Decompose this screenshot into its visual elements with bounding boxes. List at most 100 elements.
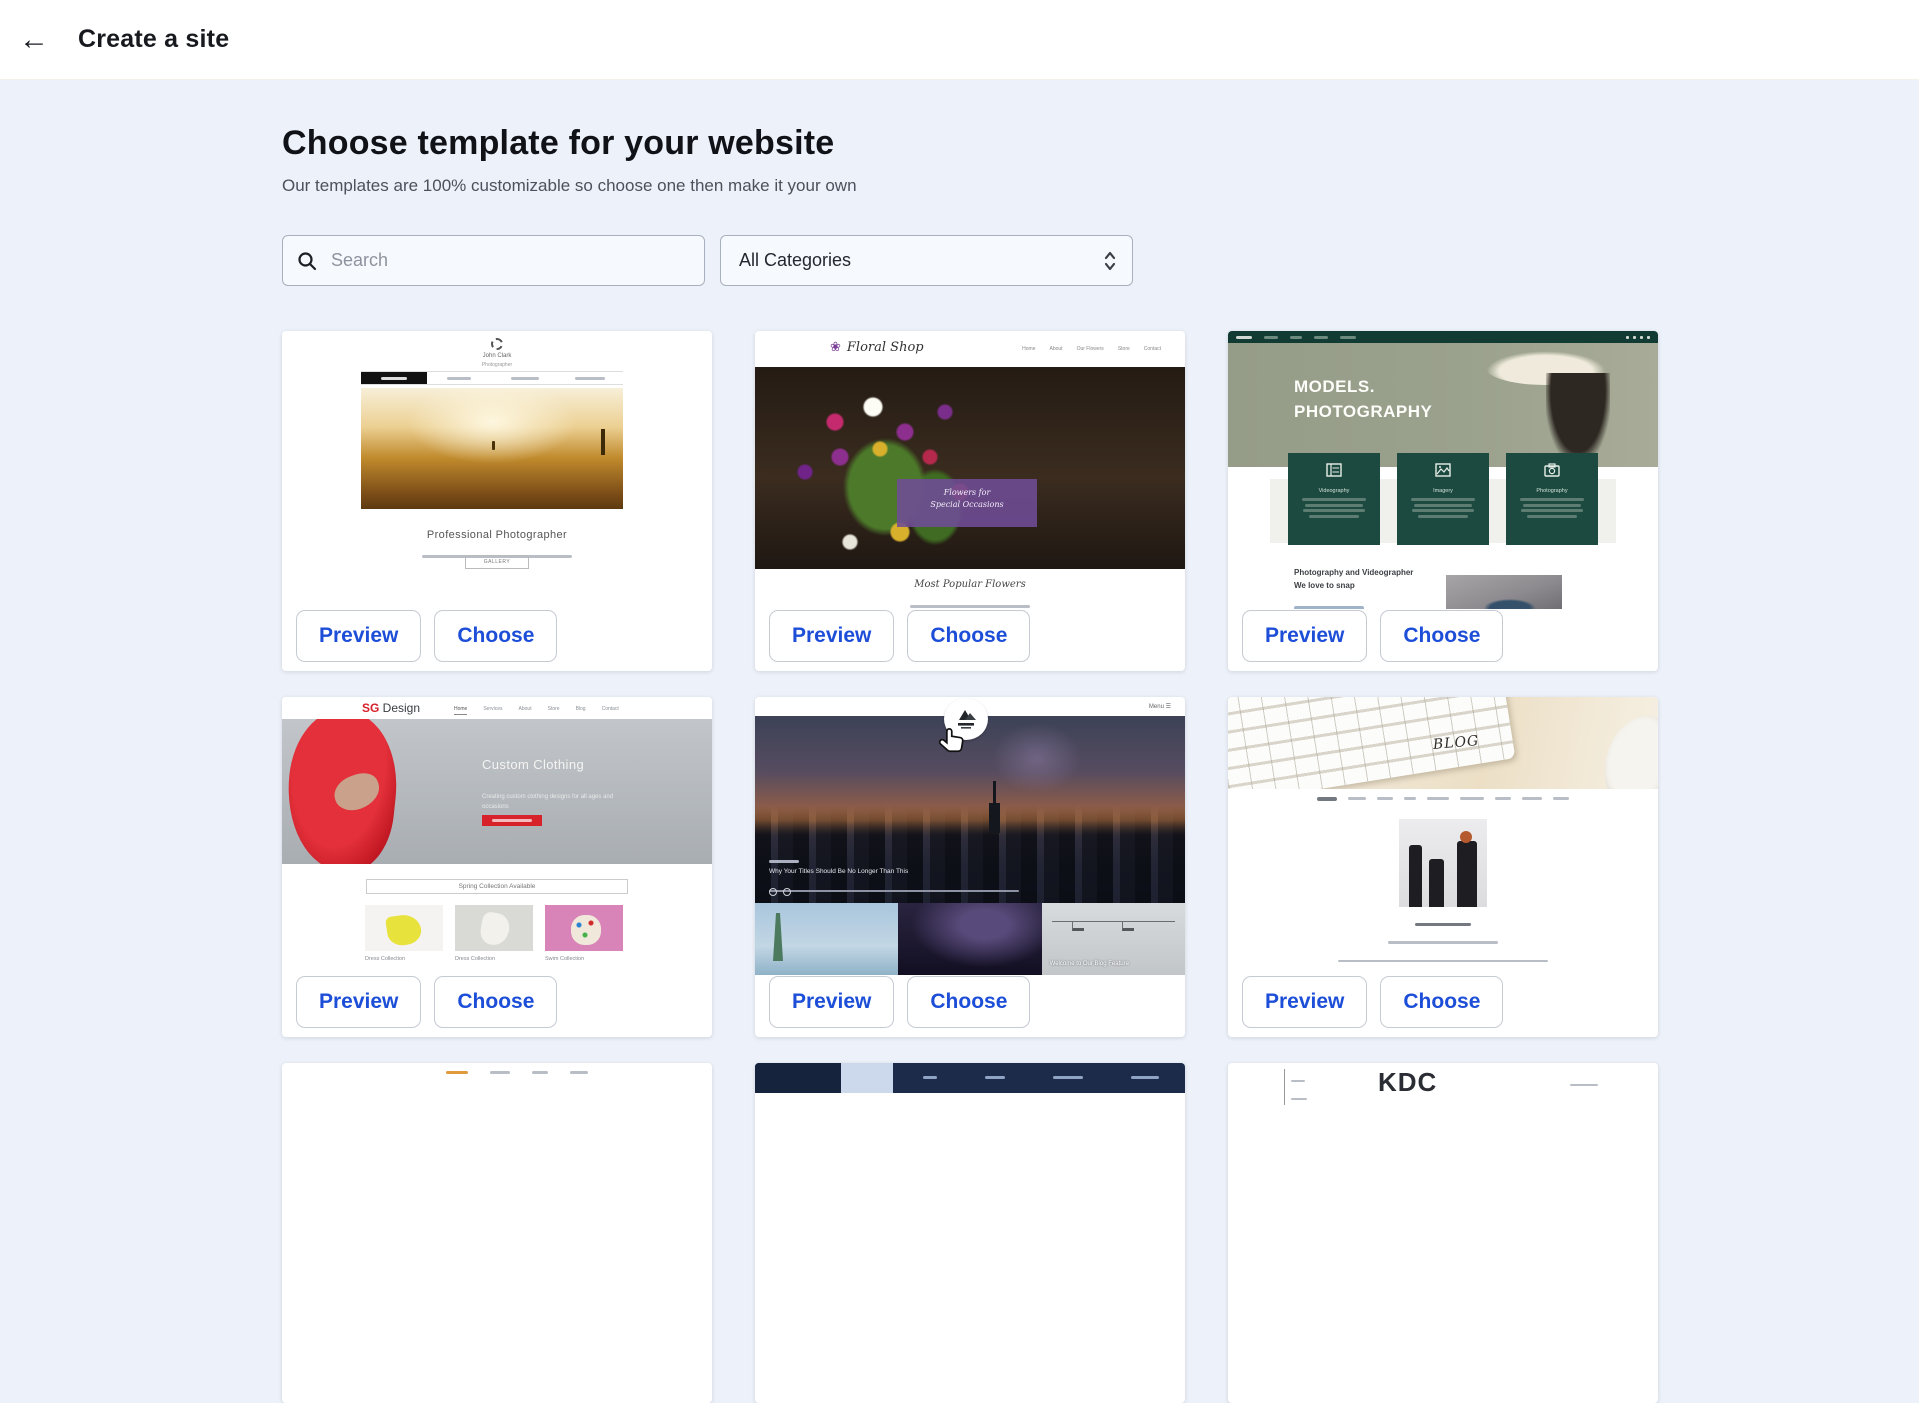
filters-row: All Categories — [282, 235, 1658, 286]
template-thumbnail[interactable]: MODELS. PHOTOGRAPHY Videography Imagery — [1228, 331, 1658, 609]
choose-button[interactable]: Choose — [434, 976, 557, 1028]
template-card-photographer: John Clark Photographer Professional Pho… — [282, 331, 712, 671]
mini-banner: Spring Collection Available — [366, 879, 628, 894]
mountain-logo-badge — [944, 698, 988, 740]
chevron-up-down-icon — [1102, 250, 1118, 272]
image-icon — [1435, 463, 1451, 477]
choose-button[interactable]: Choose — [907, 610, 1030, 662]
mini-logo-role: Photographer — [282, 362, 712, 368]
mini-tagline-lines — [755, 595, 1185, 609]
mini-nav-arrows — [769, 888, 791, 896]
feature-tile: Photography — [1506, 453, 1598, 545]
mini-logo-name: John Clark — [282, 353, 712, 359]
hamburger-icon: ☰ — [1166, 704, 1171, 710]
template-card-partial-8 — [755, 1063, 1185, 1403]
mini-navbar — [446, 1071, 588, 1074]
mini-side-menu — [1284, 1069, 1307, 1105]
preview-button[interactable]: Preview — [769, 610, 894, 662]
mini-section-title: Most Popular Flowers — [755, 579, 1185, 590]
product-tile: Dress Collection — [365, 905, 443, 962]
template-thumbnail[interactable]: BLOG — [1228, 697, 1658, 975]
mini-navbar — [361, 371, 623, 385]
mini-photo-eye — [1446, 575, 1562, 609]
statue-of-liberty-photo — [755, 903, 898, 975]
hair-shape — [1546, 373, 1610, 463]
mini-section-heading: Photography and Videographer We love to … — [1294, 567, 1413, 593]
choose-button[interactable]: Choose — [1380, 976, 1503, 1028]
mini-feature-tiles: Videography Imagery Photography — [1288, 453, 1598, 545]
feature-tile: Videography — [1288, 453, 1380, 545]
mini-hero-tagline: Creating custom clothing designs for all… — [482, 793, 632, 812]
mini-products: Dress Collection Dress Collection Swim C… — [365, 905, 623, 962]
mini-image-strip: Welcome to Our Blog Feature — [755, 903, 1185, 975]
night-sky-photo — [898, 903, 1041, 975]
section-heading: Choose template for your website — [282, 124, 1658, 163]
mini-text-lines — [1228, 913, 1658, 975]
product-tile: Swim Collection — [545, 905, 623, 962]
template-thumbnail[interactable]: Menu ☰ Why Your Titles Should — [755, 697, 1185, 975]
preview-button[interactable]: Preview — [1242, 610, 1367, 662]
mini-hero-panel: Flowers for Special Occasions — [897, 479, 1037, 527]
card-actions: Preview Choose — [1242, 976, 1503, 1028]
mini-hero-tulips-photo: Flowers for Special Occasions — [755, 367, 1185, 569]
template-thumbnail[interactable]: ❀Floral Shop Home About Our Flowers Stor… — [755, 331, 1185, 609]
mini-navbar: Home Services About Store Blog Contact — [454, 706, 619, 715]
choose-button[interactable]: Choose — [1380, 610, 1503, 662]
preview-button[interactable]: Preview — [296, 610, 421, 662]
search-input[interactable] — [329, 249, 690, 272]
mini-hero-red-dress-photo: Custom Clothing Creating custom clothing… — [282, 719, 712, 864]
template-thumbnail[interactable]: SG Design Home Services About Store Blog… — [282, 697, 712, 975]
mini-hero-model-photo: MODELS. PHOTOGRAPHY — [1228, 343, 1658, 467]
template-card-sg-design: SG Design Home Services About Store Blog… — [282, 697, 712, 1037]
product-tile: Dress Collection — [455, 905, 533, 962]
topbar: ← Create a site — [0, 0, 1919, 80]
template-grid: John Clark Photographer Professional Pho… — [282, 331, 1658, 1403]
search-icon — [297, 251, 317, 271]
mini-active-tab — [841, 1063, 893, 1093]
mini-navbar — [755, 1063, 1185, 1093]
camera-icon — [1544, 463, 1560, 477]
mini-hero-title: MODELS. PHOTOGRAPHY — [1294, 375, 1432, 424]
main-content: Choose template for your website Our tem… — [282, 124, 1658, 1403]
card-actions: Preview Choose — [769, 610, 1030, 662]
template-card-partial-7 — [282, 1063, 712, 1403]
choose-button[interactable]: Choose — [434, 610, 557, 662]
mini-title: Professional Photographer — [282, 529, 712, 541]
choose-button[interactable]: Choose — [907, 976, 1030, 1028]
search-box[interactable] — [282, 235, 705, 286]
mini-header: ❀Floral Shop Home About Our Flowers Stor… — [755, 331, 1185, 367]
mouse-shape — [1593, 707, 1658, 789]
template-card-desk-blog: BLOG — [1228, 697, 1658, 1037]
card-actions: Preview Choose — [769, 976, 1030, 1028]
mountain-logo-icon — [951, 706, 981, 732]
mini-navbar — [1228, 331, 1658, 343]
template-card-partial-9: KDC — [1228, 1063, 1658, 1403]
preview-button[interactable]: Preview — [1242, 976, 1367, 1028]
flower-logo-icon: ❀ — [830, 340, 841, 355]
feature-tile: Imagery — [1397, 453, 1489, 545]
preview-button[interactable]: Preview — [296, 976, 421, 1028]
mini-gallery-button: GALLERY — [465, 555, 529, 569]
preview-button[interactable]: Preview — [769, 976, 894, 1028]
template-card-models-photography: MODELS. PHOTOGRAPHY Videography Imagery — [1228, 331, 1658, 671]
template-card-travel-blog: Menu ☰ Why Your Titles Should — [755, 697, 1185, 1037]
mini-office-photo — [1399, 819, 1487, 907]
template-thumbnail[interactable] — [755, 1063, 1185, 1341]
category-selected-value: All Categories — [739, 250, 851, 271]
mini-brand: ❀Floral Shop — [830, 340, 924, 355]
mini-hero-field-photo — [361, 388, 623, 509]
aperture-logo-icon — [491, 338, 503, 350]
back-button[interactable]: ← — [12, 18, 56, 62]
mini-navbar — [1228, 797, 1658, 801]
template-thumbnail[interactable]: John Clark Photographer Professional Pho… — [282, 331, 712, 609]
film-icon — [1326, 463, 1342, 477]
template-thumbnail[interactable] — [282, 1063, 712, 1341]
template-thumbnail[interactable]: KDC — [1228, 1063, 1658, 1341]
card-actions: Preview Choose — [296, 610, 557, 662]
mini-section-lines — [1294, 607, 1424, 609]
template-card-floral-shop: ❀Floral Shop Home About Our Flowers Stor… — [755, 331, 1185, 671]
mini-hero-city-night-photo: Why Your Titles Should Be No Longer Than… — [755, 716, 1185, 903]
category-select[interactable]: All Categories — [720, 235, 1133, 286]
mini-text — [1570, 1073, 1598, 1091]
mini-brand: SG Design — [362, 701, 420, 715]
